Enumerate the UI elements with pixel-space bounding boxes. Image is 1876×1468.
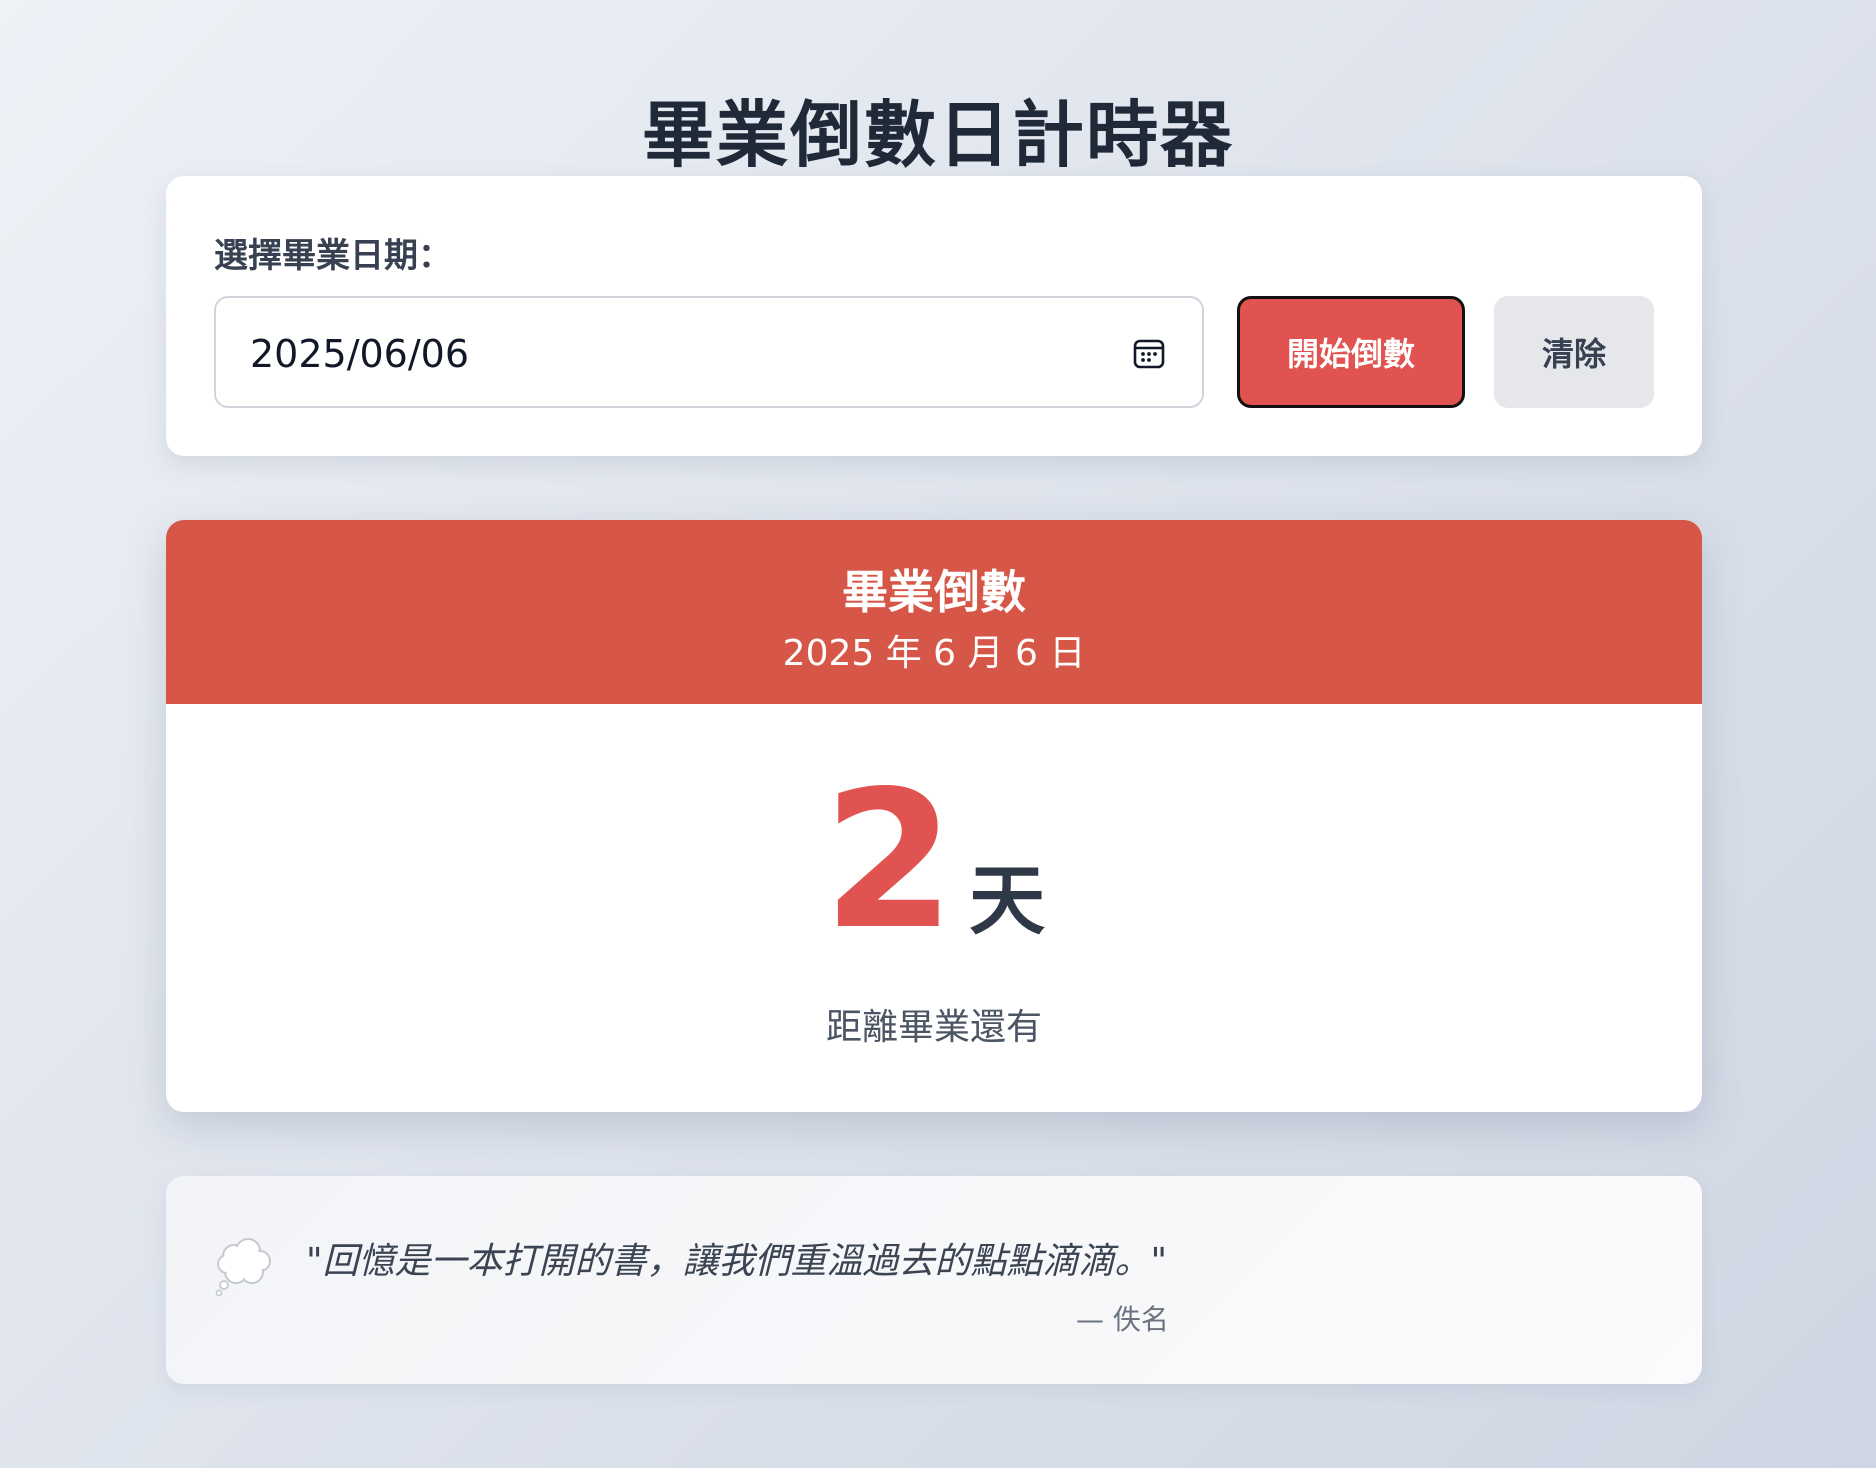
quote-text: "回憶是一本打開的書，讓我們重溫過去的點點滴滴。" [306, 1241, 1168, 1282]
days-unit: 天 [969, 856, 1046, 945]
countdown-card: 畢業倒數 2025 年 6 月 6 日 2 天 距離畢業還有 [166, 520, 1702, 1112]
date-value: 2025/06/06 [250, 332, 470, 376]
countdown-body: 2 天 距離畢業還有 [166, 704, 1702, 1112]
quote-card: "回憶是一本打開的書，讓我們重溫過去的點點滴滴。" — 佚名 [166, 1176, 1702, 1384]
date-label: 選擇畢業日期： [214, 236, 452, 276]
graduation-date-input[interactable]: 2025/06/06 [214, 296, 1204, 408]
quote-author: — 佚名 [1076, 1303, 1169, 1336]
thought-bubble-icon [215, 1238, 271, 1297]
date-input-card: 選擇畢業日期： 2025/06/06 開始倒數 清除 [166, 176, 1702, 456]
countdown-target-date: 2025 年 6 月 6 日 [782, 633, 1086, 674]
countdown-caption: 距離畢業還有 [825, 1007, 1042, 1048]
countdown-title: 畢業倒數 [842, 565, 1026, 619]
page-title: 畢業倒數日計時器 [641, 93, 1234, 178]
days-remaining-number: 2 [822, 750, 956, 971]
days-display: 2 天 [166, 750, 1702, 971]
clear-button[interactable]: 清除 [1494, 296, 1654, 408]
start-countdown-button[interactable]: 開始倒數 [1237, 296, 1465, 408]
calendar-icon[interactable] [1132, 336, 1166, 370]
countdown-header: 畢業倒數 2025 年 6 月 6 日 [166, 520, 1702, 704]
